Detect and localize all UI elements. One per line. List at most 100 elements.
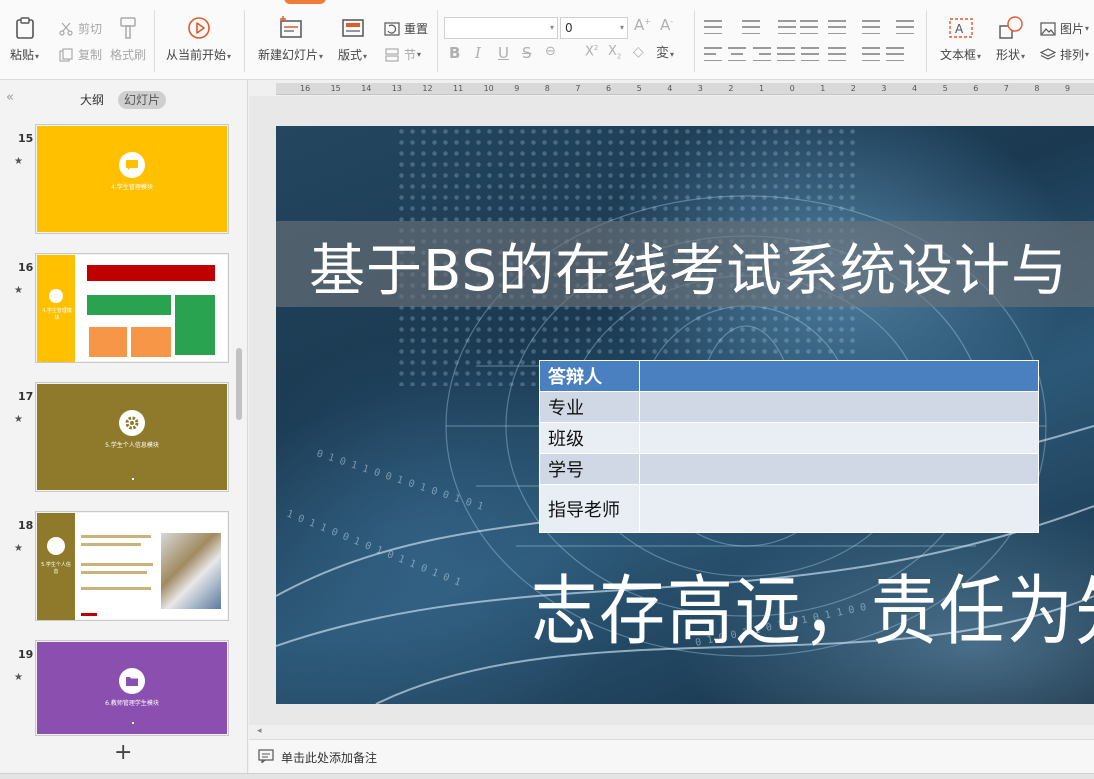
numbered-list-icon[interactable] [742, 20, 760, 34]
shapes-button[interactable]: 形状▾ [996, 16, 1025, 63]
copy-label: 复制 [78, 48, 103, 62]
add-slide-button[interactable]: + [114, 740, 132, 765]
ruler-tick-label: 16 [300, 84, 311, 93]
text-direction-icon[interactable] [828, 20, 846, 34]
ruler-tick-label: 2 [728, 84, 734, 93]
align-right-icon[interactable] [753, 47, 771, 61]
svg-text:1 0 1 1 0 0 1 0 1 0 1 1 0 1 0: 1 0 1 1 0 0 1 0 1 0 1 1 0 1 0 1 [285, 509, 462, 589]
table-label-cell[interactable]: 指导老师 [539, 484, 640, 533]
table-row: 专业 [539, 391, 1039, 423]
paste-button[interactable]: 粘贴▾ [10, 16, 39, 63]
superscript-icon[interactable]: X2 [585, 44, 598, 59]
collapse-panel-icon[interactable]: « [6, 90, 14, 105]
notes-placeholder[interactable]: 单击此处添加备注 [281, 749, 377, 766]
ribbon-toolbar: 粘贴▾ 剪切 复制 格式刷 从当前开始▾ 新建幻灯片▾ 版式▾ 重置 节 ▾ ▾… [0, 0, 1094, 80]
ruler-tick-label: 15 [330, 84, 341, 93]
table-value-cell[interactable] [639, 360, 1039, 392]
table-label-cell[interactable]: 专业 [539, 391, 640, 423]
underline-icon[interactable]: U [498, 44, 509, 62]
bold-icon[interactable]: B [449, 44, 460, 62]
tab-slides[interactable]: 幻灯片 [118, 91, 167, 109]
ruler-tick-label: 3 [697, 84, 703, 93]
justify-icon[interactable] [777, 47, 795, 61]
animation-star-icon: ★ [14, 672, 23, 683]
slide-thumbnail-19[interactable]: 6.教师管理学生模块 [35, 640, 229, 736]
align-left-icon[interactable] [704, 47, 722, 61]
ruler-tick-label: 1 [759, 84, 765, 93]
text-box-button[interactable]: A 文本框▾ [940, 16, 981, 63]
table-value-cell[interactable] [639, 422, 1039, 454]
table-label-cell[interactable]: 班级 [539, 422, 640, 454]
slide-editing-canvas[interactable]: 0 1 0 1 1 0 0 1 0 1 0 0 1 0 1 1 0 1 1 0 … [249, 96, 1094, 725]
increase-font-icon[interactable]: A+ [634, 16, 651, 34]
format-painter-button[interactable]: 格式刷 [110, 16, 146, 63]
align-text-icon[interactable] [862, 20, 880, 34]
play-icon [186, 16, 212, 40]
cut-button[interactable]: 剪切 [58, 20, 102, 37]
folder-icon [119, 668, 145, 694]
smartart-icon[interactable] [862, 47, 880, 61]
picture-icon [1040, 21, 1056, 37]
section-label: 节 [404, 48, 417, 62]
animation-star-icon: ★ [14, 285, 23, 296]
ruler-tick-label: 2 [850, 84, 856, 93]
subscript-icon[interactable]: X2 [608, 44, 621, 61]
bullet-list-icon[interactable] [704, 20, 722, 34]
active-ribbon-tab[interactable] [284, 0, 326, 4]
new-slide-button[interactable]: 新建幻灯片▾ [258, 16, 323, 63]
ruler-tick-label: 7 [575, 84, 581, 93]
decrease-font-icon[interactable]: A- [660, 16, 673, 34]
thumbnail-caption: 4.学生管理模块 [111, 184, 153, 191]
reset-button[interactable]: 重置 [384, 20, 428, 37]
slide-title[interactable]: 基于BS的在线考试系统设计与 [309, 226, 1068, 307]
slide-thumbnail-17[interactable]: 5.学生个人信息模块 [35, 382, 229, 492]
brush-icon [115, 16, 141, 40]
slide-thumbnail-18[interactable]: 5.学生个人信息 [35, 511, 229, 621]
picture-button[interactable]: 图片 ▾ [1040, 20, 1089, 37]
scroll-left-icon[interactable]: ◂ [257, 726, 262, 736]
font-size-select[interactable]: 0 ▾ [560, 17, 628, 39]
section-button[interactable]: 节 ▾ [384, 46, 421, 63]
clear-format-icon[interactable]: ◇ [633, 44, 644, 60]
shadow-icon[interactable]: ⊖ [545, 44, 556, 59]
arrange-button[interactable]: 排列 ▾ [1040, 46, 1089, 63]
notes-pane[interactable]: 单击此处添加备注 [249, 739, 1094, 773]
table-value-cell[interactable] [639, 453, 1039, 485]
ruler-tick-label: 8 [1034, 84, 1040, 93]
table-label-cell[interactable]: 答辩人 [539, 360, 640, 392]
current-slide[interactable]: 0 1 0 1 1 0 0 1 0 1 0 0 1 0 1 1 0 1 1 0 … [276, 126, 1094, 704]
arrange-label: 排列 [1060, 48, 1085, 62]
font-name-select[interactable]: ▾ [444, 17, 558, 39]
phonetic-icon[interactable]: 変▾ [656, 42, 674, 61]
table-value-cell[interactable] [639, 391, 1039, 423]
paragraph-settings-icon[interactable] [886, 47, 904, 61]
line-spacing-icon[interactable] [896, 20, 914, 34]
table-label-cell[interactable]: 学号 [539, 453, 640, 485]
horizontal-scrollbar[interactable]: ◂ [249, 725, 1094, 739]
play-from-current-button[interactable]: 从当前开始▾ [166, 16, 231, 63]
copy-button[interactable]: 复制 [58, 46, 102, 63]
horizontal-ruler: 16151413121110987654321012345678910 [276, 83, 1094, 95]
decrease-indent-icon[interactable] [778, 20, 796, 34]
slide-thumbnail-15[interactable]: 4.学生管理模块 [35, 124, 229, 234]
columns-icon[interactable] [828, 47, 846, 61]
tab-outline[interactable]: 大纲 [74, 91, 110, 109]
clipboard-icon [12, 16, 38, 40]
layers-icon [1040, 47, 1056, 63]
slide-number: 17 [18, 390, 34, 403]
table-row: 班级 [539, 422, 1039, 454]
layout-button[interactable]: 版式▾ [338, 16, 367, 63]
align-center-icon[interactable] [728, 47, 746, 61]
italic-icon[interactable]: I [475, 44, 481, 62]
slide-motto-text[interactable]: 志存高远，责任为先 [531, 550, 1094, 660]
panel-scrollbar[interactable] [236, 348, 242, 420]
slide-thumbnail-16[interactable]: 4.学生管理模块 [35, 253, 229, 363]
svg-text:0 1 0 1 1 0 0 1 0 1 0 0 1 0 1: 0 1 0 1 1 0 0 1 0 1 0 0 1 0 1 [315, 448, 484, 512]
table-value-cell[interactable] [639, 484, 1039, 533]
ruler-tick-label: 14 [361, 84, 372, 93]
strikethrough-icon[interactable]: S [522, 44, 532, 62]
defense-info-table[interactable]: 答辩人 专业 班级 学号 指导老师 [539, 360, 1039, 533]
increase-indent-icon[interactable] [800, 20, 818, 34]
distribute-icon[interactable] [801, 47, 819, 61]
gear-icon [119, 410, 145, 436]
